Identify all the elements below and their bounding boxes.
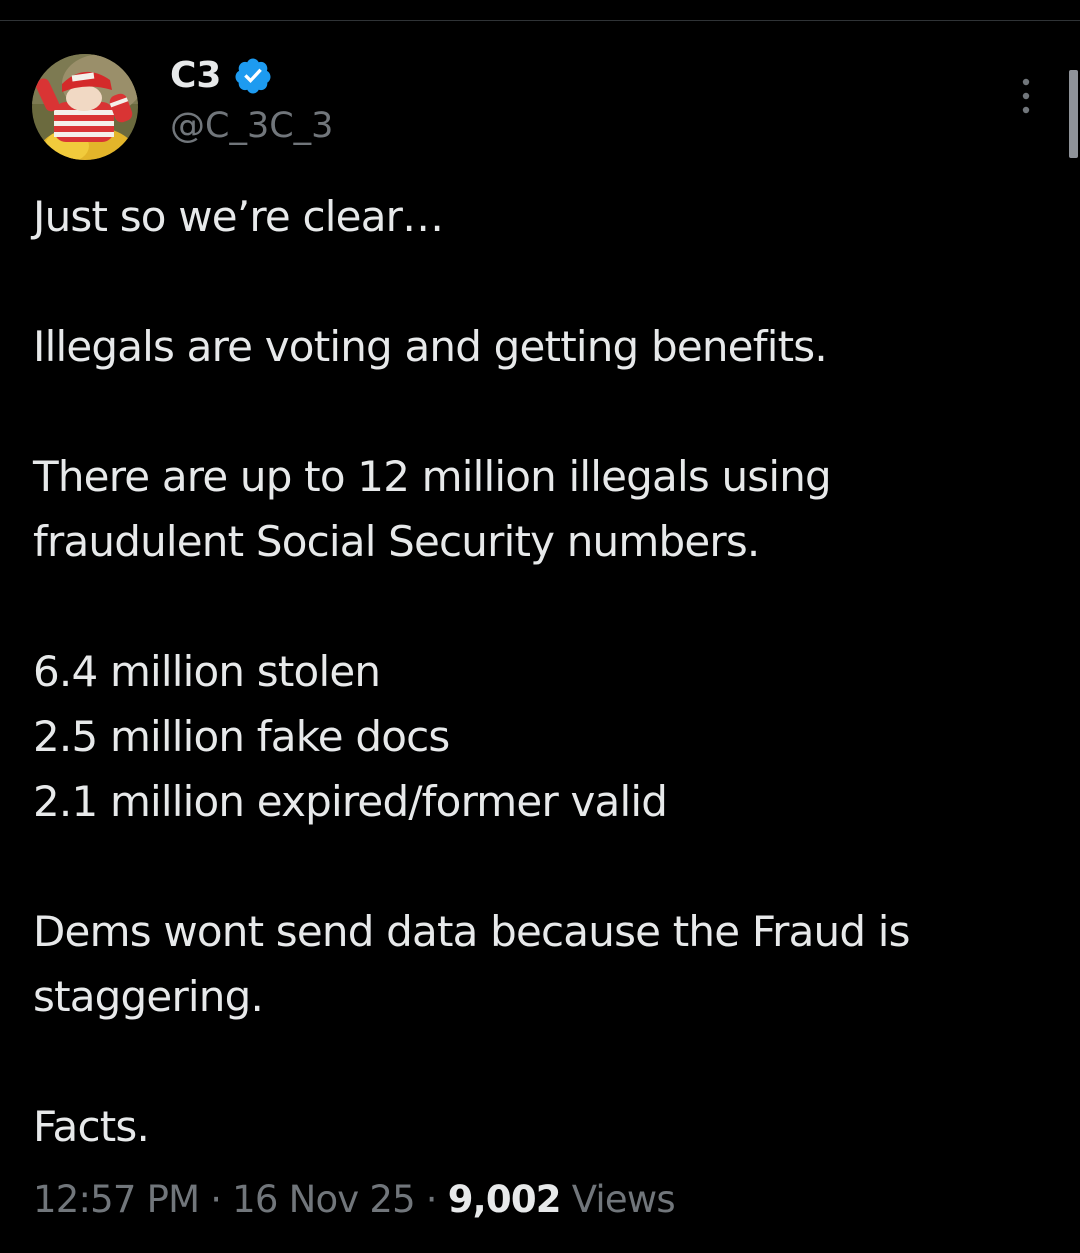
meta-separator: · bbox=[199, 1178, 233, 1221]
author-handle[interactable]: @C_3C_3 bbox=[170, 103, 333, 149]
more-options-icon[interactable] bbox=[1008, 74, 1044, 118]
tweet-paragraph: Dems wont send data because the Fraud is… bbox=[33, 907, 911, 1021]
display-name[interactable]: C3 bbox=[170, 53, 221, 99]
tweet-paragraph: 6.4 million stolen 2.5 million fake docs… bbox=[33, 647, 668, 826]
avatar-image bbox=[32, 54, 138, 160]
tweet-time[interactable]: 12:57 PM bbox=[33, 1178, 200, 1221]
views-count[interactable]: 9,002 bbox=[448, 1178, 562, 1221]
tweet-meta: 12:57 PM · 16 Nov 25 · 9,002 Views bbox=[33, 1176, 676, 1224]
views-label: Views bbox=[560, 1178, 676, 1221]
meta-separator: · bbox=[414, 1178, 448, 1221]
avatar[interactable] bbox=[32, 54, 138, 160]
tweet-paragraph: There are up to 12 million illegals usin… bbox=[33, 452, 832, 566]
tweet-paragraph: Illegals are voting and getting benefits… bbox=[33, 322, 828, 371]
tweet-paragraph: Just so we’re clear… bbox=[33, 192, 444, 241]
top-divider bbox=[0, 20, 1080, 21]
tweet-paragraph: Facts. bbox=[33, 1102, 150, 1151]
tweet-date[interactable]: 16 Nov 25 bbox=[232, 1178, 416, 1221]
verified-badge-icon bbox=[235, 58, 271, 94]
tweet-text: Just so we’re clear… Illegals are voting… bbox=[33, 184, 1043, 1159]
scrollbar-thumb[interactable] bbox=[1069, 70, 1078, 158]
